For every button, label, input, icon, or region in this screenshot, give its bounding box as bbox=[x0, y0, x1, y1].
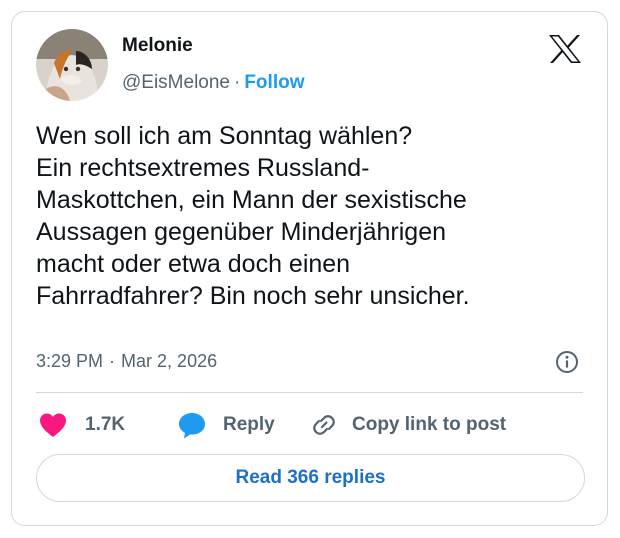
handle-separator: · bbox=[234, 72, 241, 93]
tweet-text-line: Aussagen gegenüber Minderjährigen bbox=[36, 218, 447, 246]
divider bbox=[36, 392, 583, 393]
reply-label: Reply bbox=[223, 414, 275, 435]
author-name[interactable]: Melonie bbox=[122, 35, 193, 57]
author-handle[interactable]: @EisMelone bbox=[122, 72, 230, 93]
tweet-date: Mar 2, 2026 bbox=[121, 351, 218, 371]
heart-icon bbox=[40, 413, 66, 437]
tweet-timestamp[interactable]: 3:29 PM · Mar 2, 2026 bbox=[36, 351, 217, 372]
tweet-time: 3:29 PM bbox=[36, 351, 104, 371]
avatar-image bbox=[36, 29, 108, 101]
timestamp-separator: · bbox=[109, 351, 116, 371]
tweet-card: Melonie @EisMelone · Follow Wen soll ich a… bbox=[11, 11, 608, 526]
like-button[interactable]: 1.7K bbox=[38, 410, 125, 440]
tweet-text-line: macht oder etwa doch einen bbox=[36, 250, 351, 278]
like-count: 1.7K bbox=[85, 414, 126, 435]
copy-link-button[interactable]: Copy link to post bbox=[310, 410, 506, 440]
tweet-text-line: Ein rechtsextremes Russland- bbox=[36, 154, 370, 182]
avatar[interactable] bbox=[36, 29, 108, 101]
tweet-text-line: Fahrradfahrer? Bin noch sehr unsicher. bbox=[36, 282, 470, 310]
follow-button[interactable]: Follow bbox=[244, 72, 304, 93]
x-logo-icon[interactable] bbox=[548, 34, 582, 64]
link-icon bbox=[313, 415, 335, 435]
tweet-text: Wen soll ich am Sonntag wählen? Ein rech… bbox=[36, 120, 591, 312]
author-handle-row: @EisMelone · Follow bbox=[122, 72, 304, 94]
read-replies-button[interactable]: Read 366 replies bbox=[36, 454, 585, 502]
tweet-text-line: Maskottchen, ein Mann der sexistische bbox=[36, 186, 467, 214]
tweet-text-line: Wen soll ich am Sonntag wählen? bbox=[36, 122, 413, 150]
reply-button[interactable]: Reply bbox=[177, 410, 275, 440]
speech-bubble-icon bbox=[179, 413, 205, 439]
copy-link-label: Copy link to post bbox=[352, 414, 507, 435]
info-icon[interactable] bbox=[555, 350, 579, 374]
